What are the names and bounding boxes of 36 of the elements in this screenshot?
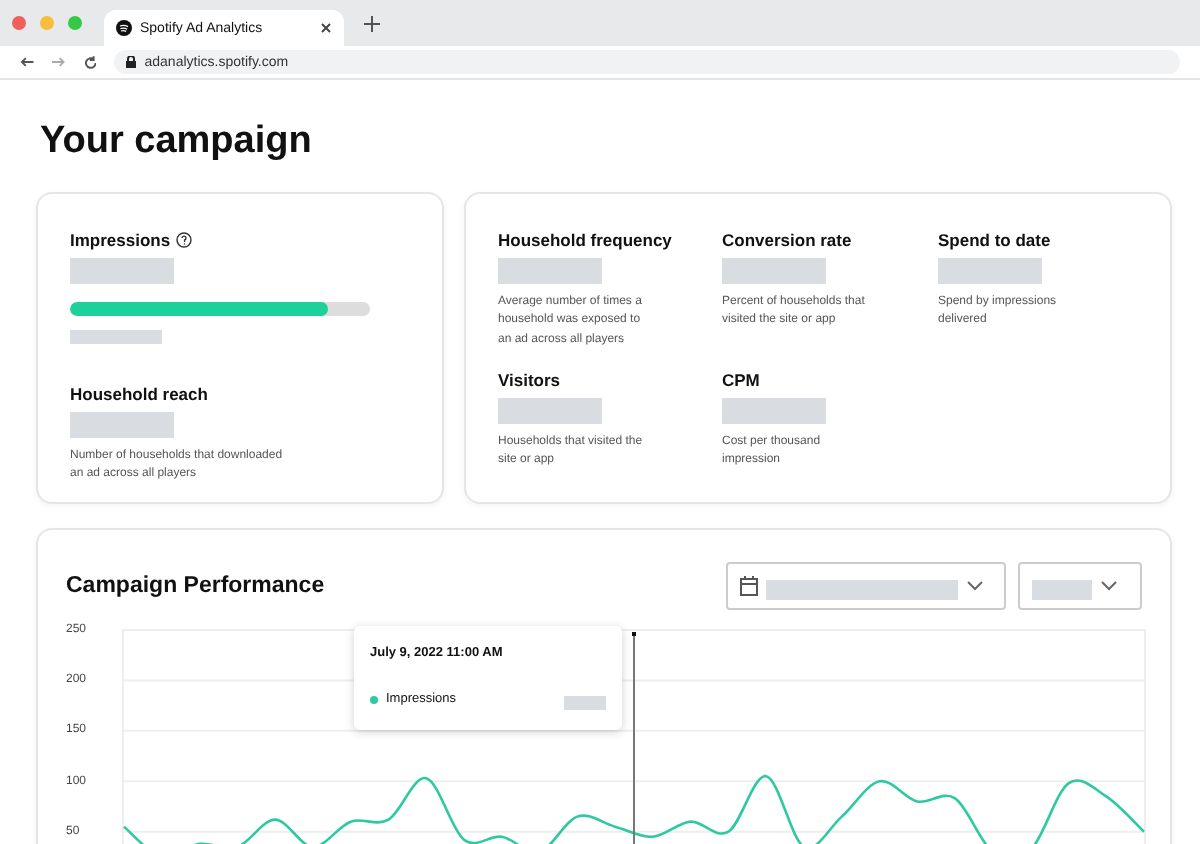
value-placeholder xyxy=(722,397,826,424)
interval-dropdown[interactable] xyxy=(1018,562,1142,610)
metric-label: Household reach xyxy=(70,384,208,404)
chevron-down-icon xyxy=(1100,580,1118,592)
help-icon[interactable] xyxy=(176,232,193,248)
lock-icon xyxy=(126,56,137,68)
value-placeholder xyxy=(938,258,1042,284)
value-placeholder xyxy=(722,258,826,284)
value-placeholder xyxy=(498,258,602,284)
chevron-down-icon xyxy=(966,580,984,592)
calendar-icon xyxy=(740,576,758,596)
minimize-window-icon[interactable] xyxy=(40,16,54,30)
spotify-logo-icon xyxy=(116,20,132,36)
metric-label: Visitors xyxy=(498,369,563,390)
new-tab-icon[interactable] xyxy=(364,15,380,31)
value-placeholder xyxy=(564,696,606,710)
section-title: Campaign Performance xyxy=(66,574,325,598)
subvalue-placeholder xyxy=(70,330,162,344)
value-placeholder xyxy=(70,412,174,438)
reload-icon[interactable] xyxy=(83,55,97,69)
value-placeholder xyxy=(70,258,174,284)
date-range-dropdown[interactable] xyxy=(726,562,1006,610)
value-placeholder xyxy=(498,397,602,424)
back-arrow-icon[interactable] xyxy=(20,56,34,68)
forward-arrow-icon[interactable] xyxy=(51,56,65,68)
close-window-icon[interactable] xyxy=(12,16,26,30)
metric-label: Conversion rate xyxy=(722,230,854,250)
page-title: Your campaign xyxy=(40,120,314,164)
metric-label: Spend to date xyxy=(938,230,1053,250)
maximize-window-icon[interactable] xyxy=(68,16,82,30)
close-icon[interactable] xyxy=(320,22,332,34)
metric-label: Household frequency xyxy=(498,230,674,250)
metric-label: CPM xyxy=(722,369,762,390)
selection-placeholder xyxy=(1032,580,1092,600)
metric-label: Impressions xyxy=(70,230,171,250)
series-dot-icon xyxy=(370,695,378,703)
